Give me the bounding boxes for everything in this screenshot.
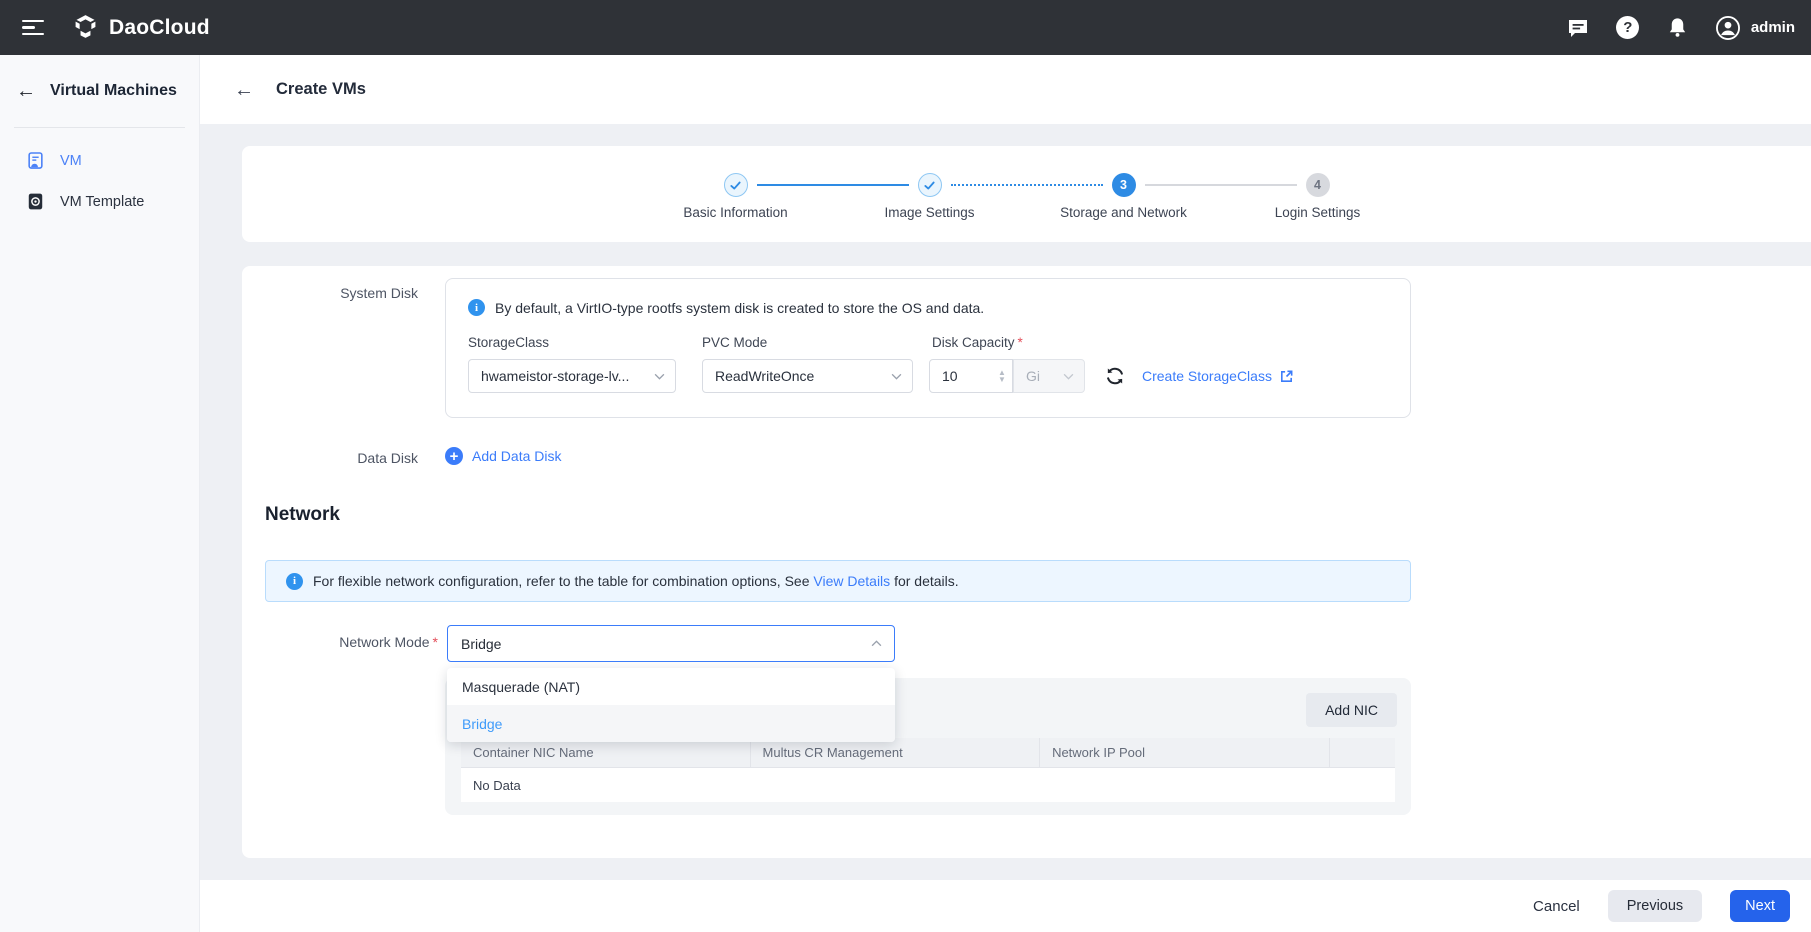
next-button[interactable]: Next (1730, 890, 1790, 922)
system-disk-box: i By default, a VirtIO-type rootfs syste… (445, 278, 1411, 418)
add-data-disk-label: Add Data Disk (472, 448, 562, 464)
storageclass-value: hwameistor-storage-lv... (481, 368, 630, 384)
capacity-unit-select[interactable]: Gi (1013, 359, 1085, 393)
step-label: Image Settings (884, 205, 975, 220)
network-mode-label: Network Mode * (339, 634, 438, 650)
cancel-button[interactable]: Cancel (1533, 898, 1580, 915)
data-disk-label: Data Disk (357, 450, 418, 466)
create-storageclass-link[interactable]: Create StorageClass (1142, 368, 1294, 384)
network-mode-value: Bridge (461, 635, 502, 652)
sidebar: ← Virtual Machines VM VM Template (0, 55, 200, 932)
main-area: ← Create VMs Basic Information Image Set… (200, 55, 1811, 932)
top-bar: DaoCloud ? admin (0, 0, 1811, 55)
menu-toggle-icon[interactable] (22, 16, 44, 40)
step-number: 4 (1305, 173, 1330, 197)
help-icon[interactable]: ? (1615, 15, 1641, 41)
footer-bar: Cancel Previous Next (200, 880, 1811, 932)
column-network-ip-pool: Network IP Pool (1040, 738, 1330, 767)
sidebar-title: Virtual Machines (50, 82, 177, 99)
capacity-unit-value: Gi (1026, 368, 1040, 384)
option-bridge[interactable]: Bridge (447, 705, 895, 742)
brand: DaoCloud (72, 14, 210, 41)
notification-bell-icon[interactable] (1665, 15, 1691, 41)
stepper: Basic Information Image Settings 3 Stora… (683, 173, 1360, 220)
chat-icon[interactable] (1565, 15, 1591, 41)
disk-capacity-label: Disk Capacity * (932, 335, 1023, 350)
topbar-actions: ? admin (1565, 15, 1811, 41)
nic-table-empty-row: No Data (461, 768, 1395, 802)
number-stepper[interactable]: ▲ ▼ (992, 360, 1012, 392)
required-asterisk: * (1017, 335, 1023, 350)
chevron-down-icon (891, 373, 902, 380)
step-image-settings: Image Settings (884, 173, 975, 220)
step-label: Basic Information (683, 205, 788, 220)
network-info-banner: i For flexible network configuration, re… (265, 560, 1411, 602)
step-login-settings: 4 Login Settings (1275, 173, 1360, 220)
stepper-connector-gray (1144, 184, 1297, 186)
external-link-icon (1280, 370, 1293, 382)
step-done-check-icon (723, 173, 748, 197)
daocloud-logo-icon (72, 14, 99, 41)
username[interactable]: admin (1751, 19, 1795, 36)
stepper-connector-dotted (950, 184, 1103, 186)
previous-button[interactable]: Previous (1607, 890, 1703, 922)
network-heading: Network (265, 504, 340, 525)
option-masquerade-nat[interactable]: Masquerade (NAT) (447, 668, 895, 705)
storageclass-label: StorageClass (468, 335, 550, 350)
nic-table-header: Container NIC Name Multus CR Management … (461, 738, 1395, 768)
info-icon: i (286, 572, 303, 590)
user-avatar-icon[interactable] (1715, 15, 1741, 41)
view-details-link[interactable]: View Details (813, 573, 890, 589)
step-label: Storage and Network (1060, 205, 1187, 220)
pvc-mode-value: ReadWriteOnce (715, 368, 815, 384)
form-card: System Disk i By default, a VirtIO-type … (242, 266, 1811, 858)
step-done-check-icon (917, 173, 942, 197)
network-mode-select[interactable]: Bridge (447, 625, 895, 662)
column-container-nic-name: Container NIC Name (461, 738, 751, 767)
page-header: ← Create VMs (200, 55, 1811, 124)
system-disk-label: System Disk (340, 285, 418, 301)
step-number: 3 (1111, 173, 1136, 197)
chevron-down-icon (1063, 373, 1074, 380)
no-data-text: No Data (473, 777, 521, 793)
sidebar-divider (14, 127, 185, 128)
plus-icon: + (445, 447, 463, 465)
stepper-connector-solid (756, 184, 909, 186)
step-basic-information: Basic Information (683, 173, 788, 220)
storageclass-select[interactable]: hwameistor-storage-lv... (468, 359, 676, 393)
pvc-mode-label: PVC Mode (702, 335, 768, 350)
sidebar-item-label: VM (60, 152, 82, 169)
step-label: Login Settings (1274, 205, 1361, 220)
add-data-disk-link[interactable]: + Add Data Disk (445, 447, 561, 465)
page-back-arrow-icon[interactable]: ← (234, 80, 254, 100)
page-content: Basic Information Image Settings 3 Stora… (200, 124, 1811, 880)
sidebar-back-arrow-icon[interactable]: ← (16, 81, 36, 101)
vm-icon (26, 151, 45, 170)
disk-capacity-value: 10 (942, 368, 958, 384)
step-storage-and-network: 3 Storage and Network (1060, 173, 1187, 220)
sidebar-item-label: VM Template (60, 193, 145, 210)
stepper-down-icon: ▼ (998, 375, 1006, 384)
banner-text: For flexible network configuration, refe… (313, 573, 959, 589)
stepper-card: Basic Information Image Settings 3 Stora… (242, 146, 1811, 242)
sidebar-item-vm-template[interactable]: VM Template (0, 181, 199, 222)
required-asterisk: * (432, 634, 438, 650)
disk-capacity-input[interactable]: 10 ▲ ▼ (929, 359, 1013, 393)
page-title: Create VMs (276, 80, 366, 98)
chevron-up-icon (871, 640, 882, 647)
chevron-down-icon (654, 373, 665, 380)
system-disk-info-text: By default, a VirtIO-type rootfs system … (495, 299, 985, 316)
refresh-icon[interactable] (1104, 365, 1126, 387)
network-mode-dropdown: Masquerade (NAT) Bridge (447, 668, 895, 742)
vm-template-icon (26, 192, 45, 211)
brand-name: DaoCloud (109, 15, 210, 39)
nic-table: Container NIC Name Multus CR Management … (461, 738, 1395, 802)
column-actions (1330, 738, 1395, 767)
column-multus-cr-management: Multus CR Management (751, 738, 1041, 767)
add-nic-button[interactable]: Add NIC (1306, 693, 1397, 727)
sidebar-item-vm[interactable]: VM (0, 140, 199, 181)
pvc-mode-select[interactable]: ReadWriteOnce (702, 359, 913, 393)
info-icon: i (468, 299, 485, 316)
